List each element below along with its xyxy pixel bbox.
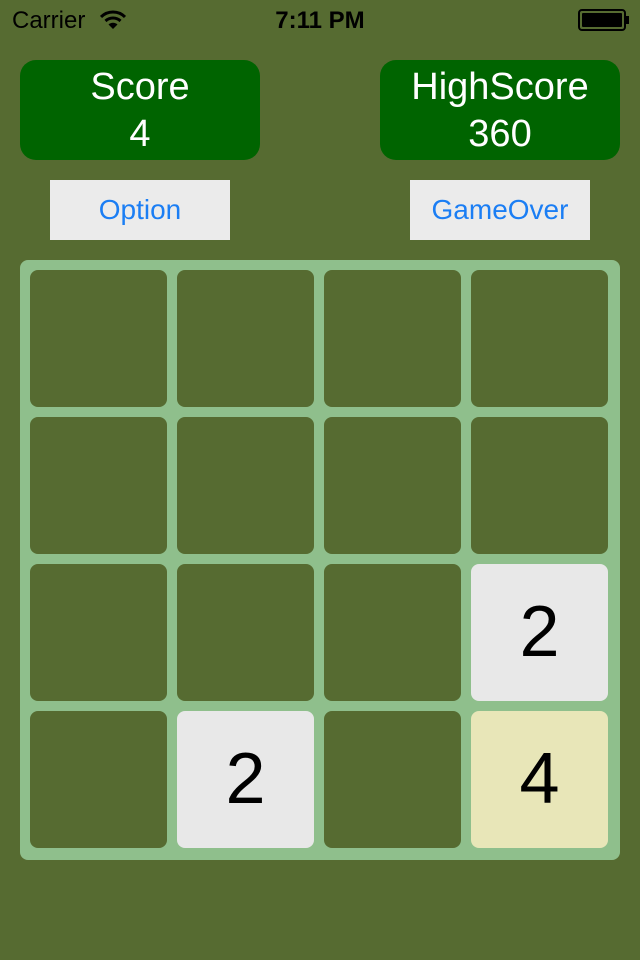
empty-tile — [30, 711, 167, 848]
score-panel: Score 4 — [20, 60, 260, 160]
status-bar: Carrier 7:11 PM — [0, 0, 640, 40]
empty-tile — [177, 270, 314, 407]
highscore-value: 360 — [468, 113, 532, 155]
empty-tile — [471, 417, 608, 554]
game-board[interactable]: 224 — [20, 260, 620, 860]
empty-tile — [324, 564, 461, 701]
battery-icon — [578, 9, 630, 31]
tile-2: 2 — [177, 711, 314, 848]
empty-tile — [324, 270, 461, 407]
empty-tile — [177, 417, 314, 554]
empty-tile — [324, 711, 461, 848]
highscore-panel: HighScore 360 — [380, 60, 620, 160]
empty-tile — [471, 270, 608, 407]
option-button[interactable]: Option — [50, 180, 230, 240]
status-time: 7:11 PM — [275, 7, 365, 34]
empty-tile — [324, 417, 461, 554]
tile-2: 2 — [471, 564, 608, 701]
highscore-label: HighScore — [411, 66, 589, 108]
score-value: 4 — [129, 113, 151, 155]
empty-tile — [177, 564, 314, 701]
gameover-button[interactable]: GameOver — [410, 180, 590, 240]
score-label: Score — [90, 66, 190, 108]
empty-tile — [30, 564, 167, 701]
empty-tile — [30, 417, 167, 554]
tile-4: 4 — [471, 711, 608, 848]
empty-tile — [30, 270, 167, 407]
